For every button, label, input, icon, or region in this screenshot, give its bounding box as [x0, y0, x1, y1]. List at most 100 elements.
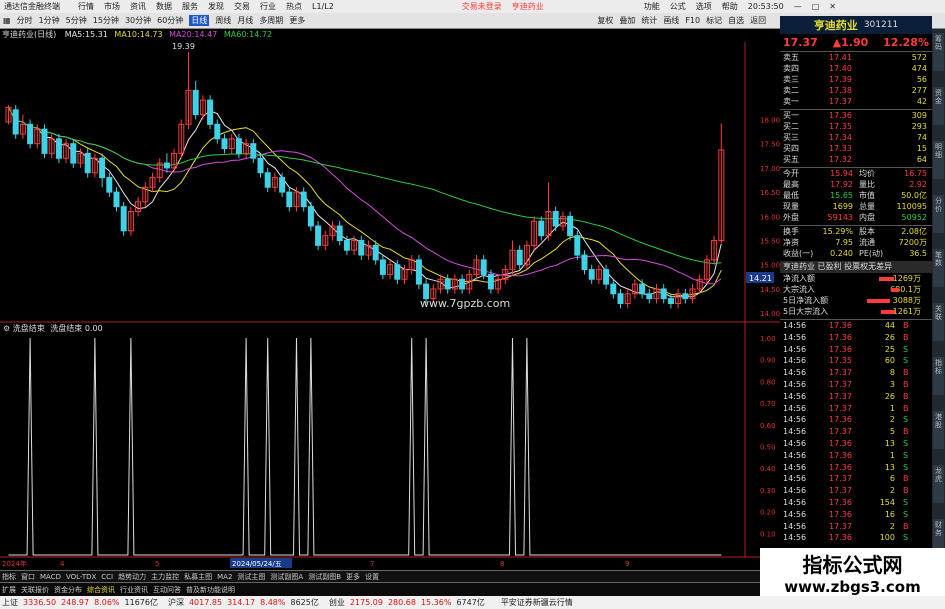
stat-label: 市值	[859, 191, 875, 200]
candle-body	[235, 138, 242, 154]
stat-row: 现量 1699 总量 110095	[783, 202, 929, 212]
side-tab[interactable]: 龙虎	[933, 465, 944, 503]
stat-label: 外盘	[783, 213, 799, 222]
company-banner[interactable]: 亨迪药业 已盈利 投票权无差异	[780, 261, 932, 273]
stat-value: 15.94	[830, 169, 853, 178]
side-tab[interactable]: 筹码	[933, 33, 944, 71]
info-tab[interactable]: 综合资讯	[87, 585, 115, 595]
indicator-tab[interactable]: 私募主图	[184, 572, 212, 582]
candle	[495, 274, 502, 294]
candle	[99, 153, 106, 188]
tick-price: 17.37	[829, 486, 852, 496]
info-tab[interactable]: 扩展	[2, 585, 16, 595]
flow-row: 5日大宗流入 1261万	[783, 307, 929, 317]
info-tab[interactable]: 资金分布	[54, 585, 82, 595]
tick-price: 17.36	[829, 462, 852, 472]
stat-label: 净资	[783, 238, 799, 247]
stat-row: 最低 15.65 市值 50.0亿	[783, 191, 929, 201]
settings-icon[interactable]: ⚙	[3, 324, 10, 333]
candles	[5, 52, 725, 309]
price-tick: 14.00	[760, 310, 780, 318]
date-tick: 2024/05/24/五	[232, 560, 282, 568]
stat-row: 今开 15.94 均价 16.75	[783, 169, 929, 179]
candle-body	[192, 89, 199, 116]
stat-label: 总量	[859, 202, 875, 211]
side-tab[interactable]: 指标	[933, 357, 944, 395]
candle	[300, 187, 307, 212]
candle-body	[27, 123, 34, 145]
tick-volume: 25	[884, 344, 895, 354]
candle-body	[358, 240, 365, 256]
kline-chart[interactable]: 18.00 17.50 17.00 16.50 16.00 15.50 15.00 14.50…	[0, 0, 780, 570]
info-tab[interactable]: 普及新功能说明	[186, 585, 235, 595]
candle	[387, 259, 394, 280]
tick-time: 14:56	[783, 332, 807, 342]
candle	[106, 172, 113, 197]
washout-signal-line	[8, 337, 722, 556]
side-tab[interactable]: 明细	[933, 141, 944, 179]
index-value: 2175.09	[349, 598, 383, 607]
maximize-icon[interactable]: □	[812, 2, 820, 11]
stat-value: 15.65	[830, 191, 853, 200]
stock-header: 亨迪药业 301211	[780, 16, 932, 34]
candle-body	[163, 162, 170, 169]
index-name[interactable]: 沪深	[168, 597, 184, 608]
indicator-tab[interactable]: CCI	[101, 573, 113, 581]
indicator-tab[interactable]: 更多	[346, 572, 360, 582]
tick-price: 17.37	[829, 427, 852, 437]
index-name[interactable]: 创业	[329, 597, 345, 608]
close-icon[interactable]: ✕	[829, 2, 836, 11]
price-tick: 16.00	[760, 213, 780, 221]
flow-row: 大宗流入 680.1万	[783, 285, 929, 295]
index-change: 248.97	[61, 598, 90, 607]
stat-value: 7200万	[898, 238, 927, 247]
candle	[459, 274, 466, 294]
indicator-tab[interactable]: 主力监控	[151, 572, 179, 582]
indicator-name[interactable]: 洗盘结束	[13, 324, 45, 333]
indicator-tab[interactable]: 测试主图	[237, 572, 265, 582]
buy-label: 买三	[783, 133, 799, 142]
indicator-tab[interactable]: MACD	[40, 573, 61, 581]
indicator-tick: 0.60	[760, 422, 776, 430]
info-tab[interactable]: 行业资讯	[120, 585, 148, 595]
candle	[243, 138, 250, 159]
candle	[163, 153, 170, 173]
side-tab[interactable]: 分价	[933, 195, 944, 233]
side-tab[interactable]: 港股	[933, 411, 944, 449]
candle-body	[41, 128, 48, 154]
buy-price: 17.36	[829, 111, 852, 120]
tick-time: 14:56	[783, 439, 807, 448]
info-tab[interactable]: 关联报价	[21, 585, 49, 595]
indicator-tab[interactable]: 测试副图A	[270, 572, 303, 582]
candle	[408, 255, 415, 275]
candle	[552, 206, 559, 231]
tick-volume: 5	[889, 427, 895, 437]
tick-side: B	[903, 380, 909, 389]
info-tab[interactable]: 互动问答	[153, 585, 181, 595]
indicator-tab[interactable]: 设置	[365, 572, 379, 582]
side-tab[interactable]: 关联	[933, 303, 944, 341]
tick-time: 14:56	[783, 427, 807, 437]
tick-row: 14:56 17.36 2 S	[783, 415, 929, 425]
tick-price: 17.36	[829, 498, 852, 507]
indicator-tab[interactable]: 测试副图B	[308, 572, 341, 582]
candle-body	[286, 191, 293, 208]
tick-row: 14:56 17.36 1 S	[783, 451, 929, 461]
indicator-tab[interactable]: 窗口	[21, 572, 35, 582]
sell-label: 卖五	[783, 53, 799, 62]
tick-price: 17.37	[829, 403, 852, 413]
minimize-icon[interactable]: —	[794, 2, 802, 11]
candle-body	[257, 157, 264, 174]
side-tab[interactable]: 资金	[933, 87, 944, 125]
indicator-tab[interactable]: 指标	[2, 572, 16, 582]
candle	[718, 123, 725, 243]
indicator-tab[interactable]: 趋势动力	[118, 572, 146, 582]
indicator-tab[interactable]: VOL-TDX	[66, 573, 96, 581]
indicator-tab[interactable]: MA2	[217, 573, 232, 581]
tick-volume: 26	[884, 391, 895, 401]
tick-side: S	[903, 356, 909, 366]
index-name[interactable]: 上证	[2, 597, 18, 608]
stat-row: 外盘 59143 内盘 50952	[783, 213, 929, 223]
tick-row: 14:56 17.37 26 B	[783, 392, 929, 402]
side-tab[interactable]: 笔数	[933, 249, 944, 287]
